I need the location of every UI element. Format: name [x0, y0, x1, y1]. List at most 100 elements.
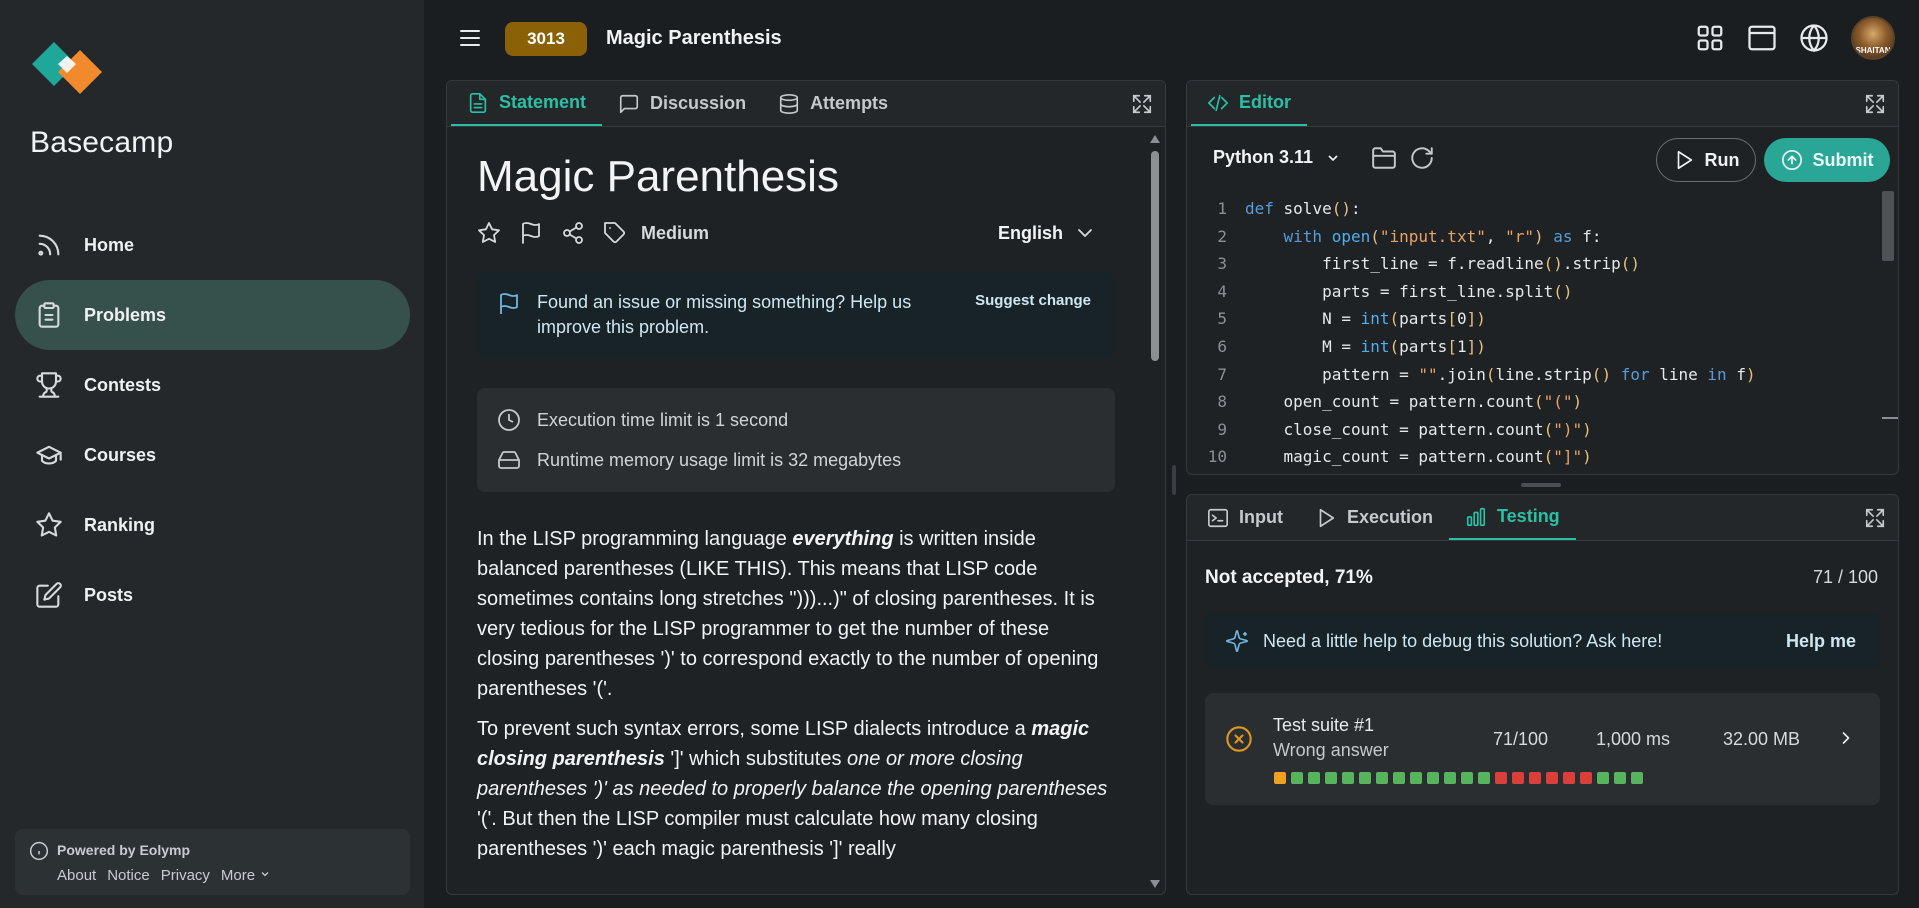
suggest-change-button[interactable]: Suggest change	[975, 292, 1091, 309]
test-result-square[interactable]	[1512, 772, 1524, 784]
test-result-square[interactable]	[1580, 772, 1592, 784]
tab-input[interactable]: Input	[1191, 495, 1299, 540]
horizontal-splitter[interactable]	[1521, 483, 1561, 487]
scroll-up-arrow[interactable]	[1150, 135, 1160, 143]
language-selector[interactable]: Python 3.11	[1213, 147, 1341, 168]
suite-points: 71/100	[1493, 729, 1549, 749]
avatar[interactable]: SHAITAN	[1851, 16, 1895, 60]
memory-limit-text: Runtime memory usage limit is 32 megabyt…	[537, 449, 902, 470]
code-line: open_count = pattern.count("(")	[1245, 392, 1583, 412]
test-result-square[interactable]	[1631, 772, 1643, 784]
sidebar-item-label: Contests	[84, 374, 162, 395]
test-result-square[interactable]	[1291, 772, 1303, 784]
footer-link-notice[interactable]: Notice	[107, 867, 150, 884]
test-result-square[interactable]	[1359, 772, 1371, 784]
scroll-thumb[interactable]	[1151, 151, 1159, 361]
refresh-icon[interactable]	[1409, 145, 1435, 171]
test-result-square[interactable]	[1274, 772, 1286, 784]
line-number: 8	[1217, 392, 1227, 412]
footer-link-about[interactable]: About	[57, 867, 96, 884]
test-result-square[interactable]	[1597, 772, 1609, 784]
sidebar-item-home[interactable]: Home	[15, 210, 410, 280]
tab-execution[interactable]: Execution	[1299, 495, 1449, 540]
test-result-square[interactable]	[1546, 772, 1558, 784]
tab-statement[interactable]: Statement	[451, 81, 603, 126]
sidebar-item-problems[interactable]: Problems	[15, 280, 410, 350]
footer-link-privacy[interactable]: Privacy	[161, 867, 210, 884]
tab-attempts[interactable]: Attempts	[762, 81, 904, 126]
sparkles-icon	[1226, 630, 1248, 652]
editor-panel: Editor Python 3.11 Run Submit 1 def solve…	[1186, 80, 1899, 475]
test-result-square[interactable]	[1308, 772, 1320, 784]
test-result-square[interactable]	[1427, 772, 1439, 784]
scroll-down-arrow[interactable]	[1150, 880, 1160, 888]
sidebar-item-ranking[interactable]: Ranking	[15, 490, 410, 560]
run-label: Run	[1704, 149, 1740, 170]
editor-scroll-marker	[1882, 417, 1898, 419]
globe-icon[interactable]	[1799, 23, 1829, 53]
vertical-splitter[interactable]	[1172, 465, 1176, 495]
expand-icon[interactable]	[1864, 507, 1886, 529]
suite-time: 1,000 ms	[1596, 729, 1671, 749]
grid-icon[interactable]	[1695, 23, 1725, 53]
tag-icon[interactable]	[603, 221, 627, 245]
test-result-square[interactable]	[1376, 772, 1388, 784]
test-result-square[interactable]	[1614, 772, 1626, 784]
expand-icon[interactable]	[1864, 93, 1886, 115]
test-result-square[interactable]	[1325, 772, 1337, 784]
line-number: 2	[1217, 226, 1227, 246]
test-result-square[interactable]	[1342, 772, 1354, 784]
sidebar-item-contests[interactable]: Contests	[15, 350, 410, 420]
test-result-square[interactable]	[1393, 772, 1405, 784]
tab-testing[interactable]: Testing	[1449, 495, 1576, 540]
editor-scrollbar[interactable]	[1882, 191, 1894, 261]
share-icon[interactable]	[561, 221, 585, 245]
sidebar-item-posts[interactable]: Posts	[15, 560, 410, 630]
run-button[interactable]: Run	[1656, 138, 1756, 182]
tab-discussion[interactable]: Discussion	[602, 81, 762, 126]
result-score: 71 / 100	[1812, 567, 1878, 587]
submit-button[interactable]: Submit	[1764, 138, 1890, 182]
graduation-cap-icon	[36, 445, 62, 465]
testing-tabs: Input Execution Testing	[1187, 495, 1898, 541]
chevron-down-icon	[261, 872, 269, 877]
basecamp-logo[interactable]	[30, 40, 110, 100]
paragraph: To prevent such syntax errors, some LISP…	[477, 714, 1115, 864]
code-line: def solve():	[1245, 199, 1361, 218]
sidebar-nav: Home Problems Contests Courses Ranking P…	[15, 210, 410, 630]
test-result-square[interactable]	[1410, 772, 1422, 784]
expand-icon[interactable]	[1131, 93, 1153, 115]
play-icon	[1677, 150, 1692, 170]
help-text: Need a little help to debug this solutio…	[1263, 631, 1663, 651]
line-number: 10	[1207, 447, 1227, 467]
limits-box: Execution time limit is 1 second Runtime…	[477, 388, 1115, 492]
test-result-square[interactable]	[1444, 772, 1456, 784]
browser-window-icon[interactable]	[1747, 23, 1777, 53]
clipboard-icon	[38, 302, 60, 328]
test-result-square[interactable]	[1563, 772, 1575, 784]
test-result-square[interactable]	[1478, 772, 1490, 784]
language-select[interactable]: English	[998, 221, 1097, 245]
flag-icon[interactable]	[519, 221, 543, 245]
test-result-square[interactable]	[1495, 772, 1507, 784]
code-line: magic_count = pattern.count("]")	[1245, 447, 1592, 467]
code-editor[interactable]: 1 def solve(): 2 with open("input.txt", "r…	[1187, 191, 1878, 474]
avatar-text: SHAITAN	[1855, 46, 1891, 55]
problem-id-badge: 3013	[505, 22, 587, 56]
statement-scrollbar[interactable]	[1149, 133, 1161, 890]
statement-tabs: Statement Discussion Attempts	[447, 81, 1165, 127]
folder-icon[interactable]	[1371, 145, 1397, 171]
menu-icon[interactable]	[458, 26, 482, 50]
test-result-square[interactable]	[1529, 772, 1541, 784]
footer-link-more[interactable]: More	[221, 867, 271, 884]
test-suite-row[interactable]: Test suite #1 Wrong answer 71/100 1,000 …	[1205, 693, 1880, 805]
star-icon[interactable]	[477, 221, 501, 245]
help-me-button[interactable]: Help me	[1786, 631, 1856, 652]
sidebar-item-courses[interactable]: Courses	[15, 420, 410, 490]
tab-label: Execution	[1346, 507, 1434, 527]
test-result-square[interactable]	[1461, 772, 1473, 784]
rss-icon	[38, 234, 60, 256]
tab-editor[interactable]: Editor	[1191, 81, 1307, 126]
tab-label: Statement	[499, 92, 587, 112]
editor-tabs: Editor	[1187, 81, 1898, 127]
